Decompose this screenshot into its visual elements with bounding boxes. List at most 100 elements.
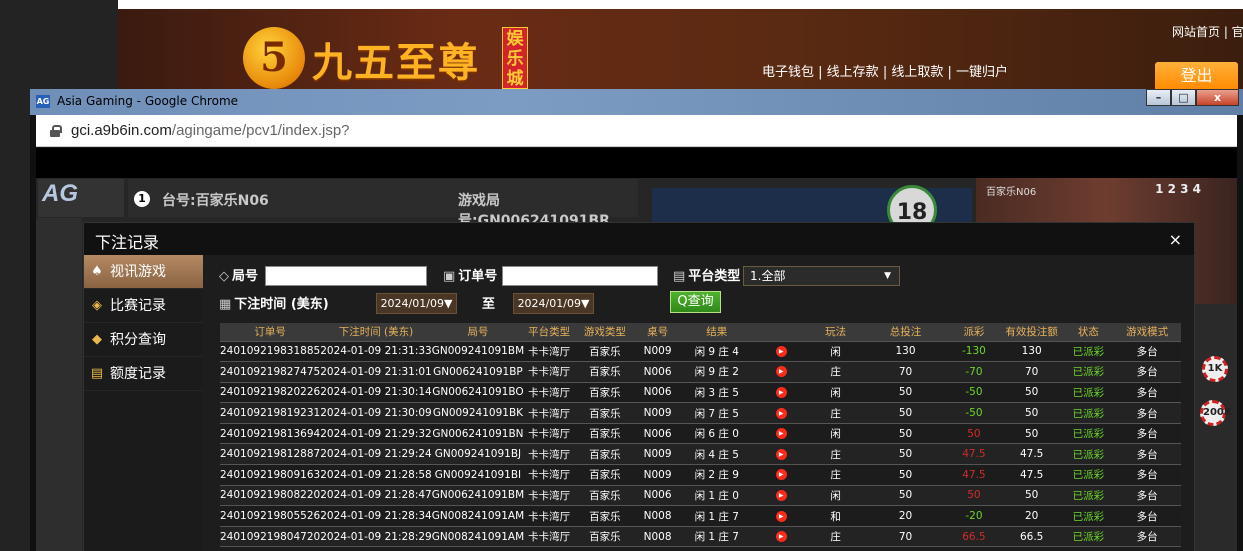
video-replay-icon[interactable]: ▶ [775,531,787,543]
table-row[interactable]: 240109219813694 2024-01-09 21:29:32 GN0062… [220,423,1181,445]
video-replay-icon[interactable]: ▶ [775,366,787,378]
cell-bet-type: 庄 [808,361,863,383]
cell-video[interactable]: ▶ [754,361,809,383]
cell-video[interactable]: ▶ [754,443,809,466]
cell-payout: -70 [948,361,1000,383]
left-game-panel [36,218,82,551]
cell-valid-bet: 50 [999,402,1064,424]
link-wallet[interactable]: 电子钱包 [762,65,814,80]
round-input[interactable] [265,266,427,286]
query-button[interactable]: Q查询 [670,291,721,313]
table-row[interactable]: 240109219805526 2024-01-09 21:28:34 GN0082… [220,505,1181,527]
video-replay-icon[interactable]: ▶ [775,510,787,522]
link-deposit[interactable]: 线上存款 [827,65,879,80]
menu-item-credit-records[interactable]: ▤ 额度记录 [84,357,203,391]
table-row[interactable]: 240109219827475 2024-01-09 21:31:01 GN0062… [220,361,1181,383]
table-row[interactable]: 240109219804720 2024-01-09 21:28:29 GN0082… [220,526,1181,548]
cell-order-no: 240109219827475 [220,361,321,383]
cell-bet-time: 2024-01-09 21:28:29 [320,526,432,548]
menu-item-points[interactable]: ◆ 积分查询 [84,323,203,357]
video-replay-icon[interactable]: ▶ [775,489,787,501]
calendar-icon: ▦ [219,297,232,312]
cell-round: GN006241091BN [431,423,525,445]
document-icon: ▤ [90,366,104,381]
video-replay-icon[interactable]: ▶ [775,386,787,398]
cell-order-no: 240109219808220 [220,485,321,507]
cell-status: 已派彩 [1063,423,1114,445]
address-bar[interactable]: gci.a9b6in.com/agingame/pcv1/index.jsp? [36,115,1237,147]
site-logo-tag: 娱乐城 [502,27,528,89]
cell-game-type: 百家乐 [574,402,636,424]
cell-bet-time: 2024-01-09 21:28:34 [320,505,432,527]
cell-bet-time: 2024-01-09 21:29:32 [320,423,432,445]
video-replay-icon[interactable]: ▶ [775,345,787,357]
cell-order-no: 240109219819231 [220,402,321,424]
cell-video[interactable]: ▶ [754,505,809,527]
video-tabs[interactable]: 1 2 3 4 [1155,182,1201,196]
table-row[interactable]: 240109219820226 2024-01-09 21:30:14 GN0062… [220,382,1181,404]
close-window-button[interactable]: x [1196,89,1239,106]
cell-video[interactable]: ▶ [754,464,809,486]
cell-valid-bet: 20 [999,505,1064,527]
cell-video[interactable]: ▶ [754,526,809,548]
order-input[interactable] [502,266,658,286]
cell-result: 闲 2 庄 9 [679,464,755,486]
cell-game-type: 百家乐 [574,361,636,383]
gem-icon: ◆ [92,332,102,347]
platform-select[interactable]: 1.全部 ▼ [743,266,900,286]
round-filter-text: 局号 [232,269,259,284]
table-row[interactable]: 240109219819231 2024-01-09 21:30:09 GN0092… [220,402,1181,424]
date-to-select[interactable]: 2024/01/09▼ [513,293,594,314]
home-link[interactable]: 网站首页 | 官 [1172,23,1243,40]
video-replay-icon[interactable]: ▶ [775,428,787,440]
menu-item-live-games[interactable]: ♠ 视讯游戏 [84,255,203,289]
window-title: Asia Gaming - Google Chrome [57,94,239,108]
cell-status: 已派彩 [1063,464,1114,486]
cell-payout: 47.5 [948,443,1000,466]
table-row[interactable]: 240109219831885 2024-01-09 21:31:33 GN0092… [220,341,1181,363]
close-icon[interactable]: × [1169,230,1182,249]
bet-record-table: 订单号 下注时间 (美东) 局号 平台类型 游戏类型 桌号 结果 玩法 总投注 … [220,323,1181,548]
window-controls: – □ x [1146,89,1239,107]
cell-status: 已派彩 [1063,341,1114,363]
table-row[interactable]: 240109219812887 2024-01-09 21:29:24 GN0092… [220,443,1181,466]
video-replay-icon[interactable]: ▶ [775,448,787,460]
logout-button[interactable]: 登出 [1155,62,1238,90]
cell-video[interactable]: ▶ [754,402,809,424]
maximize-button[interactable]: □ [1171,89,1196,106]
chip-200k[interactable]: 200K [1200,400,1232,426]
date-from-select[interactable]: 2024/01/09▼ [376,293,457,314]
col-status: 状态 [1063,323,1114,342]
cell-valid-bet: 50 [999,382,1064,404]
cell-game-mode: 多台 [1113,464,1181,486]
col-video [754,323,809,342]
video-replay-icon[interactable]: ▶ [775,469,787,481]
link-consolidate[interactable]: 一键归户 [956,65,1008,80]
ag-logo: AG [38,179,124,217]
cell-platform: 卡卡湾厅 [524,505,575,527]
cell-valid-bet: 66.5 [999,526,1064,548]
cell-video[interactable]: ▶ [754,382,809,404]
cell-game-mode: 多台 [1113,443,1181,466]
chip-1k[interactable]: 1K [1202,356,1228,382]
link-withdraw[interactable]: 线上取款 [891,65,943,80]
cell-game-mode: 多台 [1113,505,1181,527]
cell-video[interactable]: ▶ [754,485,809,507]
url-text[interactable]: gci.a9b6in.com/agingame/pcv1/index.jsp? [71,122,350,139]
video-replay-icon[interactable]: ▶ [775,407,787,419]
cell-video[interactable]: ▶ [754,341,809,363]
col-bet-type: 玩法 [808,323,863,342]
platform-filter-label: ▤ 平台类型 [673,265,740,284]
cell-table-no: N009 [635,464,680,486]
app-icon: AG [36,95,50,108]
table-row[interactable]: 240109219808220 2024-01-09 21:28:47 GN0062… [220,485,1181,507]
col-table-no: 桌号 [635,323,680,342]
cell-video[interactable]: ▶ [754,423,809,445]
window-titlebar[interactable]: AG Asia Gaming - Google Chrome – □ x [30,89,1243,115]
menu-item-match-records[interactable]: ◈ 比赛记录 [84,289,203,323]
record-menu: ♠ 视讯游戏 ◈ 比赛记录 ◆ 积分查询 ▤ 额度记录 [84,255,203,551]
minimize-button[interactable]: – [1146,89,1171,106]
table-row[interactable]: 240109219809163 2024-01-09 21:28:58 GN0092… [220,464,1181,486]
cell-total-bet: 130 [862,341,949,363]
cell-platform: 卡卡湾厅 [524,341,575,363]
